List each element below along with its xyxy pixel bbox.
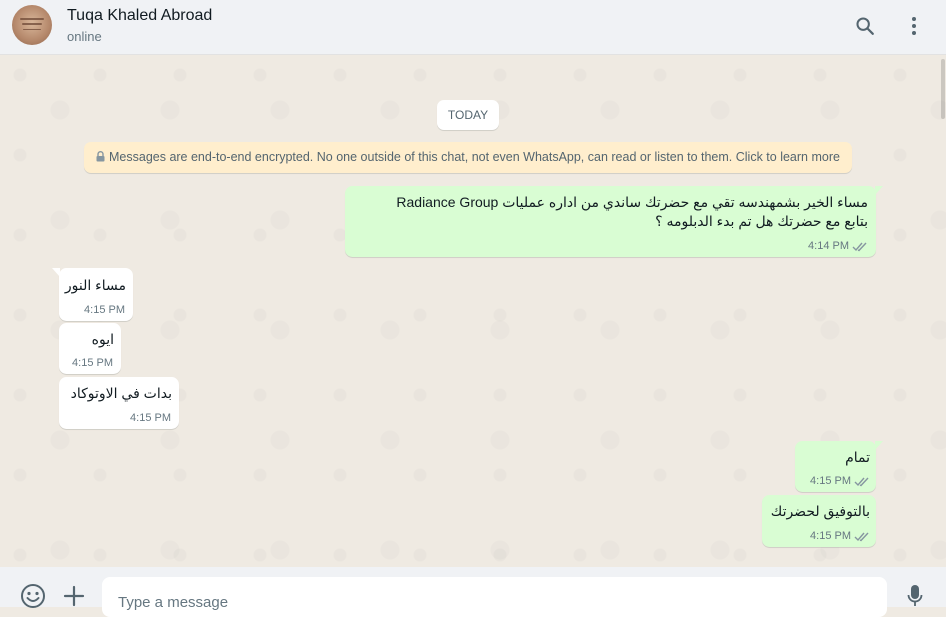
message-time: 4:15 PM — [84, 304, 125, 316]
chat-scrollbar[interactable] — [940, 55, 946, 567]
message-text-line2: بتابع مع حضرتك هل تم بدء الدبلومه ؟ — [655, 213, 868, 229]
message-bubble-incoming[interactable]: بدات في الاوتوكاد 4:15 PM — [59, 377, 179, 429]
message-time: 4:15 PM — [810, 475, 851, 487]
encryption-notice-text: Messages are end-to-end encrypted. No on… — [109, 150, 840, 164]
message-time: 4:15 PM — [72, 357, 113, 369]
menu-button[interactable] — [900, 12, 928, 40]
search-button[interactable] — [851, 12, 879, 40]
message-text: ايوه — [91, 331, 114, 347]
message-time: 4:14 PM — [808, 240, 849, 252]
compose-bar — [0, 567, 946, 617]
message-bubble-incoming[interactable]: ايوه 4:15 PM — [59, 323, 121, 374]
menu-dots-icon — [912, 17, 916, 35]
message-bubble-outgoing[interactable]: بالتوفيق لحضرتك 4:15 PM — [762, 495, 876, 547]
message-input[interactable] — [102, 577, 887, 617]
conversation-panel[interactable]: TODAY Messages are end-to-end encrypted.… — [0, 55, 946, 567]
message-time: 4:15 PM — [810, 530, 851, 542]
date-divider: TODAY — [437, 100, 499, 130]
message-text: بدات في الاوتوكاد — [70, 385, 172, 401]
message-bubble-outgoing[interactable]: تمام 4:15 PM — [795, 441, 883, 492]
emoji-icon — [21, 584, 45, 608]
microphone-icon — [907, 585, 923, 606]
contact-status: online — [67, 29, 102, 44]
message-text: تمام — [845, 449, 870, 465]
search-icon — [856, 17, 874, 35]
double-check-icon — [852, 242, 867, 251]
message-text: مساء النور — [64, 277, 126, 293]
contact-name[interactable]: Tuqa Khaled Abroad — [67, 7, 212, 25]
message-text: مساء الخير بشمهندسه تقي مع حضرتك ساندي م… — [396, 194, 868, 210]
lock-icon — [96, 143, 105, 174]
plus-icon — [63, 585, 85, 607]
message-text: بالتوفيق لحضرتك — [770, 503, 870, 519]
message-bubble-outgoing[interactable]: مساء الخير بشمهندسه تقي مع حضرتك ساندي م… — [345, 186, 883, 257]
double-check-icon — [854, 532, 869, 541]
contact-avatar[interactable] — [12, 5, 52, 45]
message-time: 4:15 PM — [130, 412, 171, 424]
chat-header: Tuqa Khaled Abroad online — [0, 0, 946, 55]
encryption-notice[interactable]: Messages are end-to-end encrypted. No on… — [84, 142, 852, 173]
message-bubble-incoming[interactable]: مساء النور 4:15 PM — [52, 268, 133, 321]
double-check-icon — [854, 477, 869, 486]
